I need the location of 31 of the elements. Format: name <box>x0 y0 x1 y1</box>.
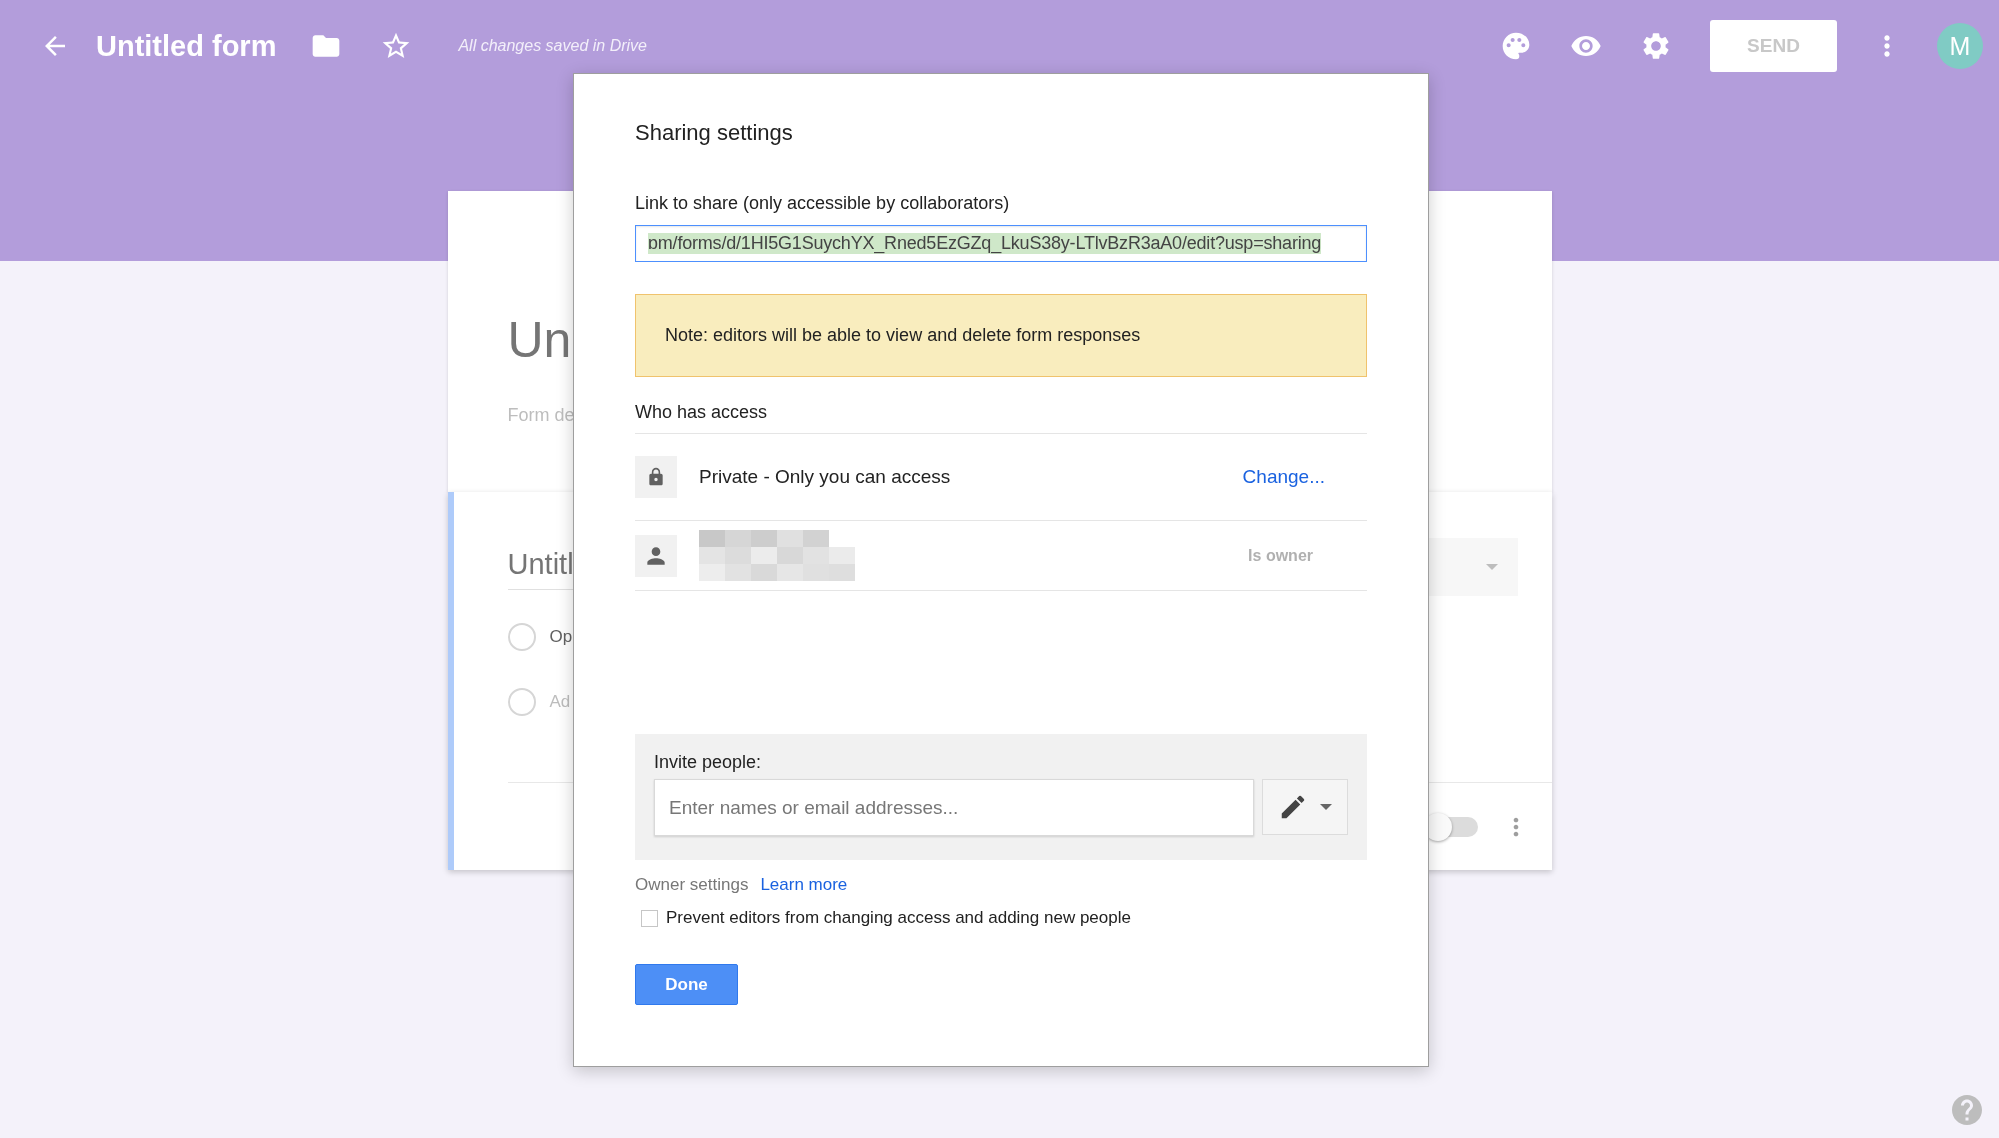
link-label: Link to share (only accessible by collaborators) <box>635 193 1011 214</box>
radio-button[interactable] <box>507 687 536 716</box>
form-heading: Un <box>507 311 572 369</box>
invite-field[interactable]: Enter names or email addresses... <box>654 779 1255 836</box>
permission-button[interactable] <box>1262 779 1348 835</box>
note-banner: Note: editors will be able to view and delete form responses <box>635 294 1367 377</box>
radio-button[interactable] <box>507 622 536 651</box>
option-label: Op <box>549 626 573 647</box>
caret-icon <box>1486 564 1498 570</box>
help-icon[interactable] <box>1949 1092 1985 1128</box>
done-button[interactable]: Done <box>635 964 738 1005</box>
form-description: Form de <box>507 405 575 426</box>
save-status: All changes saved in Drive <box>458 37 647 55</box>
checkbox-label: Prevent editors from changing access and adding new people <box>666 908 1131 928</box>
invite-label: Invite people: <box>654 752 763 773</box>
owner-role: Is owner <box>1248 546 1313 565</box>
dialog-title: Sharing settings <box>635 120 794 146</box>
form-title: Untitled form <box>96 29 277 63</box>
link-field[interactable]: ɒm/forms/d/1HI5G1SuychYX_Rned5EzGZq_LkuS38y-LTlvBzR3aA0/edit?usp=sharing <box>635 225 1367 262</box>
option-label: Ad <box>549 691 571 712</box>
person-icon <box>635 534 677 577</box>
access-text: Private - Only you can access <box>699 466 952 488</box>
lock-icon <box>635 456 677 498</box>
access-heading: Who has access <box>635 402 1367 434</box>
caret-icon <box>1320 804 1333 810</box>
learn-more-link[interactable]: Learn more <box>760 875 848 895</box>
change-link[interactable]: Change... <box>1242 466 1325 488</box>
palette-icon[interactable] <box>1500 30 1532 62</box>
checkbox[interactable] <box>641 909 658 927</box>
type-dropdown[interactable] <box>1429 538 1518 596</box>
owner-settings-label: Owner settings <box>635 875 749 895</box>
